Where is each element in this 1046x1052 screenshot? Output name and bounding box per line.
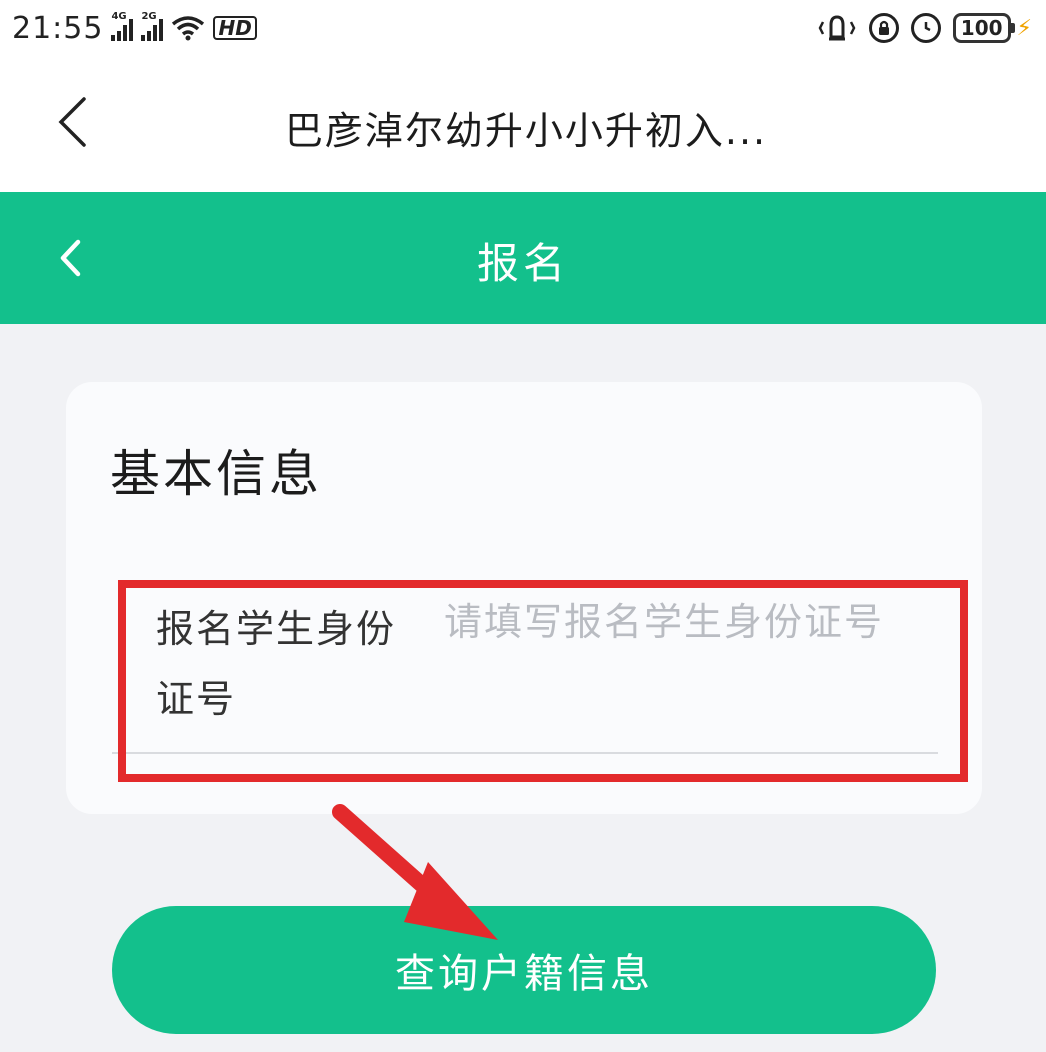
wifi-icon	[172, 16, 205, 41]
app-title: 巴彦淖尔幼升小小升初入...	[284, 109, 768, 153]
lock-rotation-icon	[868, 13, 899, 43]
section-title: 基本信息	[110, 445, 322, 503]
highlight-box	[118, 580, 968, 782]
signal-icon: 4G	[111, 11, 134, 41]
charging-icon: ⚡	[1016, 15, 1032, 41]
annotation-arrow-icon	[332, 804, 498, 940]
query-household-button[interactable]: 查询户籍信息	[112, 906, 936, 1034]
status-right: 100 ⚡	[817, 13, 1032, 43]
page-title: 报名	[476, 239, 569, 288]
network-type-label: 2G	[141, 11, 157, 22]
status-left: 21:55 4G 2G HD	[12, 11, 257, 46]
hd-badge: HD	[213, 16, 257, 40]
battery-icon: 100	[952, 13, 1015, 43]
alarm-icon	[910, 13, 941, 43]
vibrate-icon	[818, 15, 856, 41]
page-header: 报名	[0, 192, 1046, 324]
network-type-label: 4G	[111, 11, 127, 22]
status-bar: 21:55 4G 2G HD 100 ⚡	[0, 0, 1046, 56]
status-time: 21:55	[12, 10, 104, 46]
signal-icon: 2G	[141, 11, 164, 41]
app-header: 巴彦淖尔幼升小小升初入...	[0, 56, 1046, 192]
